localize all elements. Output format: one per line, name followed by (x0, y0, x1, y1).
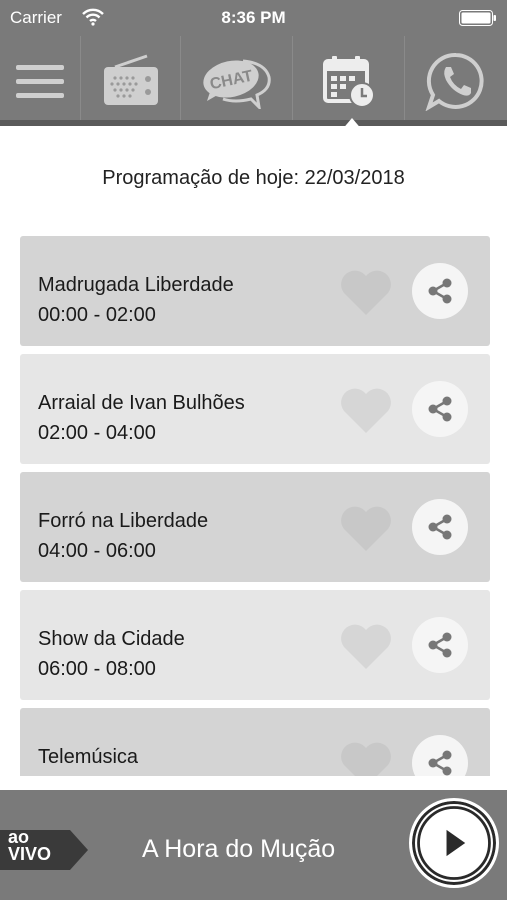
program-times: 06:00 - 08:00 (38, 658, 156, 680)
heart-icon[interactable] (338, 504, 394, 554)
schedule-button[interactable] (292, 36, 404, 126)
nav-bar: CHAT (0, 36, 507, 126)
share-button[interactable] (412, 617, 468, 673)
program-name: Forró na Liberdade (38, 510, 209, 532)
share-icon (428, 396, 452, 422)
page-title: Programação de hoje: 22/03/2018 (102, 167, 405, 189)
share-icon (428, 514, 452, 540)
list-item[interactable]: Madrugada Liberdade 00:00 - 02:00 (20, 236, 490, 346)
program-times: 04:00 - 06:00 (38, 540, 156, 562)
radio-button[interactable] (80, 36, 180, 126)
program-name: Show da Cidade (38, 628, 185, 650)
live-badge-text: ao VIVO (8, 828, 52, 864)
menu-icon (16, 65, 64, 98)
heart-icon[interactable] (338, 268, 394, 318)
whatsapp-button[interactable] (404, 36, 507, 126)
play-icon (417, 806, 491, 880)
share-icon (428, 278, 452, 304)
share-button[interactable] (412, 735, 468, 776)
share-icon (428, 750, 452, 776)
heart-icon[interactable] (338, 386, 394, 436)
list-item[interactable]: Arraial de Ivan Bulhões 02:00 - 04:00 (20, 354, 490, 464)
status-bar: Carrier 8:36 PM (0, 0, 507, 36)
share-button[interactable] (412, 381, 468, 437)
share-icon (428, 632, 452, 658)
whatsapp-icon (425, 52, 484, 111)
calendar-icon (322, 56, 375, 108)
program-name: Telemúsica (38, 746, 139, 768)
heart-icon[interactable] (338, 622, 394, 672)
schedule-list[interactable]: Madrugada Liberdade 00:00 - 02:00 Arraia… (0, 236, 507, 776)
program-name: Madrugada Liberdade (38, 274, 234, 296)
play-button[interactable] (409, 798, 499, 888)
heart-icon[interactable] (338, 740, 394, 776)
nav-underline (0, 120, 507, 126)
player-bar: ao VIVO A Hora do Mução (0, 790, 507, 900)
battery-icon (459, 10, 496, 26)
now-playing-title: A Hora do Mução (142, 835, 336, 863)
active-tab-pointer (341, 118, 363, 131)
program-name: Arraial de Ivan Bulhões (38, 392, 245, 414)
list-item[interactable]: Show da Cidade 06:00 - 08:00 (20, 590, 490, 700)
menu-button[interactable] (0, 36, 80, 126)
program-times: 00:00 - 02:00 (38, 304, 156, 326)
list-item[interactable]: Telemúsica (20, 708, 490, 776)
clock: 8:36 PM (221, 8, 286, 27)
chat-icon: CHAT (202, 59, 271, 109)
share-button[interactable] (412, 263, 468, 319)
radio-icon (103, 54, 158, 105)
program-times: 02:00 - 04:00 (38, 422, 156, 444)
list-item[interactable]: Forró na Liberdade 04:00 - 06:00 (20, 472, 490, 582)
live-badge-line2: VIVO (8, 844, 52, 864)
share-button[interactable] (412, 499, 468, 555)
chat-button[interactable]: CHAT (180, 36, 292, 126)
